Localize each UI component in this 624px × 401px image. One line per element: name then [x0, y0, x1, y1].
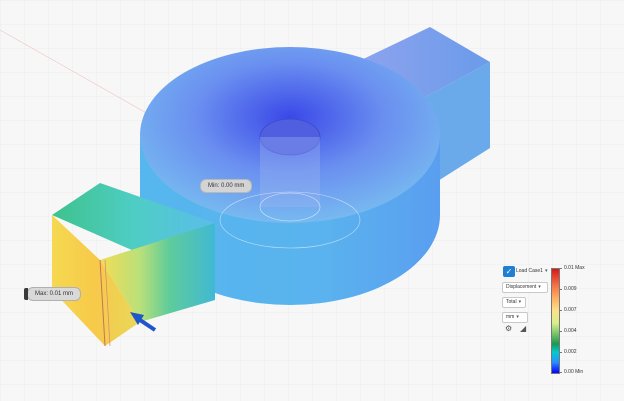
legend-label: 0.009 — [564, 286, 577, 292]
result-type-label: Displacement — [506, 284, 537, 290]
results-legend-panel: ✓ Load Case1 ▾ Displacement ▾ Total ▾ mm ▾ ⚙… — [501, 262, 621, 380]
legend-label: 0.004 — [564, 328, 577, 334]
legend-min-label: 0.00 Min — [564, 369, 584, 375]
legend-tick — [559, 331, 562, 332]
legend-label: 0.007 — [564, 307, 577, 313]
legend-tick — [559, 289, 562, 290]
load-case-dropdown[interactable]: Load Case1 ▾ — [516, 267, 547, 276]
unit-label: mm — [506, 314, 515, 320]
settings-icon[interactable]: ⚙ — [505, 324, 512, 333]
graphics-viewport[interactable]: Min: 0.00 mm Max: 0.01 mm ✓ Load Case1 ▾ … — [0, 0, 624, 401]
legend-tick — [559, 372, 562, 373]
unit-dropdown[interactable]: mm ▾ — [502, 312, 528, 323]
legend-color-bar — [551, 268, 560, 374]
chevron-down-icon: ▾ — [538, 284, 541, 290]
legend-label: 0.002 — [564, 349, 577, 355]
legend-tick — [559, 310, 562, 311]
chevron-down-icon: ▾ — [518, 299, 522, 305]
bore-wall — [260, 137, 320, 207]
chevron-down-icon: ▾ — [544, 268, 548, 274]
max-probe-label[interactable]: Max: 0.01 mm — [23, 287, 82, 301]
legend-tick — [559, 352, 562, 353]
load-case-icon[interactable]: ✓ — [503, 266, 515, 277]
component-dropdown[interactable]: Total ▾ — [502, 297, 526, 308]
chevron-down-icon: ▾ — [516, 314, 519, 320]
result-type-dropdown[interactable]: Displacement ▾ — [502, 282, 548, 293]
adjust-icon[interactable]: ◢ — [520, 324, 526, 333]
component-label: Total — [506, 299, 517, 305]
load-case-label: Load Case1 — [516, 268, 543, 274]
min-probe-label[interactable]: Min: 0.00 mm — [200, 179, 253, 193]
legend-tick — [559, 268, 562, 269]
legend-max-label: 0.01 Max — [564, 265, 585, 271]
